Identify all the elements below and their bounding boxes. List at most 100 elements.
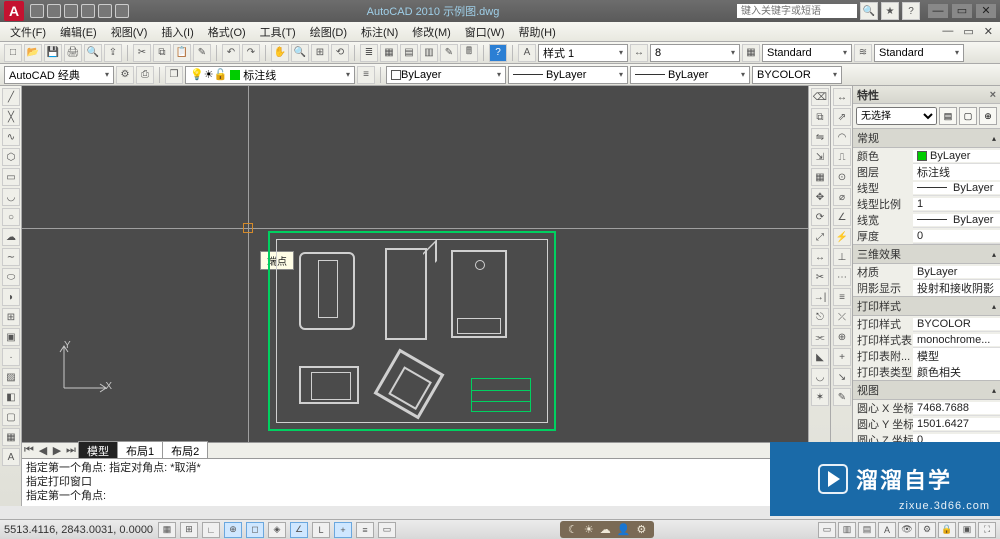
fillet-icon[interactable]: ◡ (811, 368, 829, 386)
explode-icon[interactable]: ✶ (811, 388, 829, 406)
tablestyle-icon[interactable]: ▦ (742, 44, 760, 62)
point-icon[interactable]: · (2, 348, 20, 366)
doc-close-button[interactable]: ✕ (981, 25, 996, 38)
maximize-button[interactable]: ▭ (952, 4, 972, 18)
textstyle-icon[interactable]: A (518, 44, 536, 62)
property-value[interactable]: ByLayer (913, 214, 1000, 226)
property-value[interactable]: 标注线 (913, 164, 1000, 180)
ws-switch-icon[interactable]: ⚙ (918, 522, 936, 538)
close-button[interactable]: ✕ (976, 4, 996, 18)
copy-icon[interactable]: ⧉ (153, 44, 171, 62)
quickview-d-icon[interactable]: ▤ (858, 522, 876, 538)
property-row[interactable]: 圆心 X 坐标7468.7688 (853, 400, 1000, 416)
dimcont-icon[interactable]: ⋯ (833, 268, 851, 286)
open-icon[interactable]: 📂 (24, 44, 42, 62)
mirror-icon[interactable]: ⇋ (811, 128, 829, 146)
tablestyle-combo[interactable]: Standard▾ (762, 44, 852, 62)
status-coords[interactable]: 5513.4116, 2843.0031, 0.0000 (4, 524, 154, 536)
command-window[interactable]: 指定第一个角点: 指定对角点: *取消* 指定打印窗口 指定第一个角点: (22, 458, 808, 506)
property-value[interactable]: 1 (913, 198, 1000, 210)
hardware-icon[interactable]: ▣ (958, 522, 976, 538)
rotate-icon[interactable]: ⟳ (811, 208, 829, 226)
dimbreak-icon[interactable]: ⤫ (833, 308, 851, 326)
group-general[interactable]: 常规▴ (853, 128, 1000, 148)
polar-toggle[interactable]: ⊕ (224, 522, 242, 538)
dimstyle-combo[interactable]: 8▾ (650, 44, 740, 62)
spline-icon[interactable]: ∼ (2, 248, 20, 266)
save-icon[interactable]: 💾 (44, 44, 62, 62)
property-value[interactable]: 颜色相关 (913, 364, 1000, 380)
scale-icon[interactable]: ⤢ (811, 228, 829, 246)
moon-icon[interactable]: ☾ (568, 523, 578, 536)
menu-edit[interactable]: 编辑(E) (54, 24, 103, 40)
menu-draw[interactable]: 绘图(D) (304, 24, 353, 40)
pan-icon[interactable]: ✋ (271, 44, 289, 62)
tab-prev-icon[interactable]: ◀ (36, 444, 50, 457)
property-value[interactable]: BYCOLOR (913, 318, 1000, 330)
properties-selection-combo[interactable]: 无选择 (856, 107, 937, 125)
help-icon[interactable]: ? (489, 44, 507, 62)
help-search-input[interactable] (737, 4, 857, 18)
offset-icon[interactable]: ⇲ (811, 148, 829, 166)
property-value[interactable]: 模型 (913, 348, 1000, 364)
app-logo[interactable]: A (4, 1, 24, 21)
person-icon[interactable]: 👤 (617, 523, 631, 536)
undo-icon[interactable]: ↶ (222, 44, 240, 62)
ssm-icon[interactable]: ▥ (420, 44, 438, 62)
paste-icon[interactable]: 📋 (173, 44, 191, 62)
menu-dim[interactable]: 标注(N) (355, 24, 404, 40)
gear-icon[interactable]: ⚙ (636, 523, 646, 536)
pickadd-icon[interactable]: ⊕ (979, 107, 997, 125)
insert-icon[interactable]: ⊞ (2, 308, 20, 326)
erase-icon[interactable]: ⌫ (811, 88, 829, 106)
dimstyle-icon[interactable]: ↔ (630, 44, 648, 62)
linetype-combo[interactable]: ByLayer▾ (508, 66, 628, 84)
otrack-toggle[interactable]: ∠ (290, 522, 308, 538)
modelspace-toggle[interactable]: ▭ (818, 522, 836, 538)
tab-first-icon[interactable]: ⏮ (22, 444, 36, 457)
cleanscreen-icon[interactable]: ⛶ (978, 522, 996, 538)
property-row[interactable]: 线宽ByLayer (853, 212, 1000, 228)
menu-modify[interactable]: 修改(M) (406, 24, 457, 40)
property-row[interactable]: 阴影显示投射和接收阴影 (853, 280, 1000, 296)
property-value[interactable]: ByLayer (913, 150, 1000, 162)
qat-redo-icon[interactable] (98, 4, 112, 18)
property-row[interactable]: 打印表附...模型 (853, 348, 1000, 364)
lwt-toggle[interactable]: ≡ (356, 522, 374, 538)
property-value[interactable]: 7468.7688 (913, 402, 1000, 414)
block-icon[interactable]: ▣ (2, 328, 20, 346)
dimaligned-icon[interactable]: ⇗ (833, 108, 851, 126)
dimbase-icon[interactable]: ⊥ (833, 248, 851, 266)
line-icon[interactable]: ╱ (2, 88, 20, 106)
menu-insert[interactable]: 插入(I) (155, 24, 199, 40)
tolerance-icon[interactable]: ⊕ (833, 328, 851, 346)
property-value[interactable]: 0 (913, 230, 1000, 242)
leader-icon[interactable]: ↘ (833, 368, 851, 386)
layer-states-icon[interactable]: ≡ (357, 66, 375, 84)
dimarc-icon[interactable]: ◠ (833, 128, 851, 146)
property-value[interactable]: ByLayer (913, 182, 1000, 194)
qat-save-icon[interactable] (64, 4, 78, 18)
join-icon[interactable]: ⫘ (811, 328, 829, 346)
centermark-icon[interactable]: + (833, 348, 851, 366)
property-row[interactable]: 图层标注线 (853, 164, 1000, 180)
dimrad-icon[interactable]: ⊙ (833, 168, 851, 186)
break-icon[interactable]: ⎋ (811, 308, 829, 326)
menu-view[interactable]: 视图(V) (105, 24, 154, 40)
ellipse-icon[interactable]: ⬭ (2, 268, 20, 286)
properties-icon[interactable]: ≣ (360, 44, 378, 62)
osnap-toggle[interactable]: ◻ (246, 522, 264, 538)
qat-print-icon[interactable] (115, 4, 129, 18)
array-icon[interactable]: ▦ (811, 168, 829, 186)
mtext-icon[interactable]: A (2, 448, 20, 466)
menu-tools[interactable]: 工具(T) (254, 24, 302, 40)
property-row[interactable]: 厚度0 (853, 228, 1000, 244)
layer-combo[interactable]: 💡 ☀ 🔓 标注线 ▾ (185, 66, 355, 84)
ortho-toggle[interactable]: ∟ (202, 522, 220, 538)
annoscale-icon[interactable]: A (878, 522, 896, 538)
property-row[interactable]: 圆心 Y 坐标1501.6427 (853, 416, 1000, 432)
grid-toggle[interactable]: ⊞ (180, 522, 198, 538)
polygon-icon[interactable]: ⬡ (2, 148, 20, 166)
doc-restore-button[interactable]: ▭ (960, 25, 976, 38)
workspace-combo[interactable]: AutoCAD 经典▾ (4, 66, 114, 84)
